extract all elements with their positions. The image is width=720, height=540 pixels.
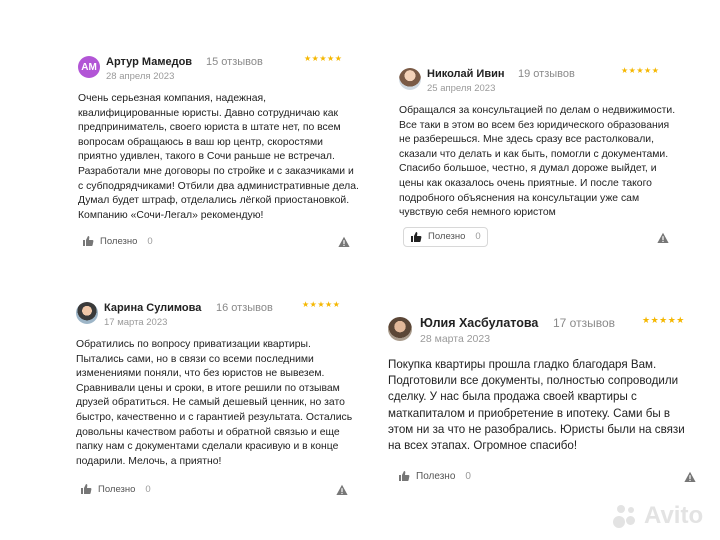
author-name[interactable]: Юлия Хасбулатова [420,316,538,330]
report-warning-icon[interactable] [684,471,696,483]
review-header: AM Артур Мамедов 15 отзывов ★★★★★ 28 апр… [78,52,360,86]
avatar[interactable]: AM [78,56,100,78]
review-card: Карина Сулимова 16 отзывов ★★★★★ 17 март… [76,298,358,501]
review-date: 25 апреля 2023 [427,83,496,94]
helpful-button[interactable]: Полезно 0 [403,226,488,247]
thumbs-up-icon [411,231,422,242]
review-footer: Полезно 0 [388,466,700,488]
watermark-text: Avito [644,502,704,529]
review-card: Юлия Хасбулатова 17 отзывов ★★★★★ 28 мар… [388,313,700,488]
review-date: 28 марта 2023 [420,333,491,345]
helpful-count: 0 [145,483,151,495]
author-reviews-count[interactable]: 17 отзывов [553,316,615,330]
review-footer: Полезно 0 [76,479,358,501]
author-reviews-count[interactable]: 16 отзывов [216,302,273,314]
author-name[interactable]: Карина Сулимова [104,302,201,314]
helpful-label: Полезно [416,470,456,482]
helpful-label: Полезно [428,231,466,243]
avito-logo-icon [612,502,640,530]
rating-stars: ★★★★★ [304,54,343,63]
thumbs-up-icon [399,471,410,482]
review-header: Юлия Хасбулатова 17 отзывов ★★★★★ 28 мар… [388,313,700,347]
review-text: Обращался за консультацией по делам о не… [399,105,676,219]
review-date: 17 марта 2023 [104,317,168,328]
review-footer: Полезно 0 [78,231,360,253]
rating-stars: ★★★★★ [302,300,341,309]
thumbs-up-icon [81,484,92,495]
author-reviews-count[interactable]: 19 отзывов [518,68,575,80]
review-text: Обратились по вопросу приватизации кварт… [76,339,353,467]
helpful-count: 0 [475,231,481,243]
author-name[interactable]: Николай Ивин [427,68,505,80]
report-warning-icon[interactable] [338,236,350,248]
review-header: Карина Сулимова 16 отзывов ★★★★★ 17 март… [76,298,358,332]
review-card: Николай Ивин 19 отзывов ★★★★★ 25 апреля … [399,64,681,249]
review-text: Покупка квартиры прошла гладко благодаря… [388,358,685,453]
helpful-count: 0 [465,470,471,482]
helpful-button[interactable]: Полезно 0 [398,470,471,482]
helpful-label: Полезно [100,235,138,247]
rating-stars: ★★★★★ [621,66,660,75]
review-date: 28 апреля 2023 [106,71,175,82]
helpful-button[interactable]: Полезно 0 [82,235,153,247]
report-warning-icon[interactable] [336,484,348,496]
helpful-count: 0 [147,235,153,247]
review-card: AM Артур Мамедов 15 отзывов ★★★★★ 28 апр… [78,52,360,253]
review-header: Николай Ивин 19 отзывов ★★★★★ 25 апреля … [399,64,681,98]
helpful-button[interactable]: Полезно 0 [80,483,151,495]
avatar[interactable] [388,317,412,341]
author-name[interactable]: Артур Мамедов [106,56,192,68]
author-reviews-count[interactable]: 15 отзывов [206,56,263,68]
avito-watermark: Avito [612,500,714,532]
avatar[interactable] [76,302,98,324]
review-text: Очень серьезная компания, надежная, квал… [78,93,359,221]
report-warning-icon[interactable] [657,232,669,244]
helpful-label: Полезно [98,483,136,495]
thumbs-up-icon [83,236,94,247]
avatar[interactable] [399,68,421,90]
review-footer: Полезно 0 [399,226,681,249]
rating-stars: ★★★★★ [642,315,685,325]
